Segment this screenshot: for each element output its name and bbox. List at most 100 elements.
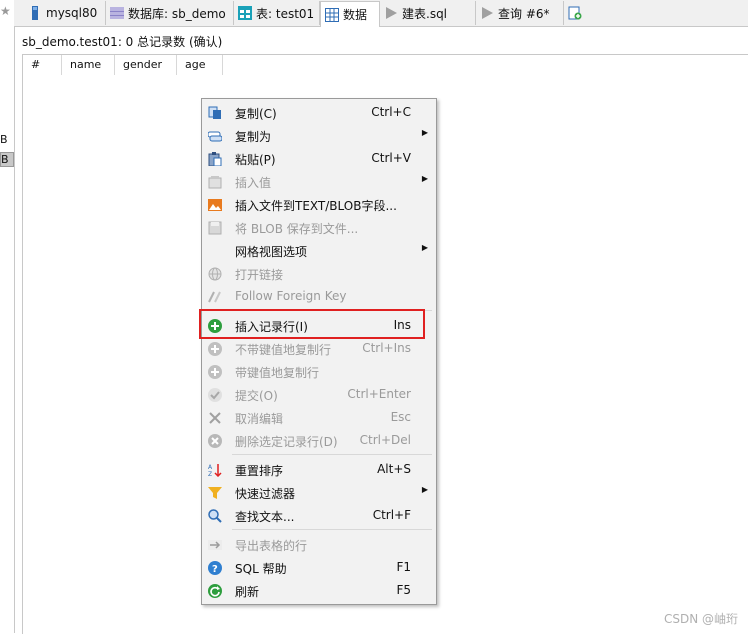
menu-item-shortcut: Alt+S [377,462,411,476]
tab-table[interactable]: 表: test01 [234,1,320,25]
star-icon: ★ [0,4,11,18]
menu-item-label: 插入文件到TEXT/BLOB字段... [235,199,397,213]
new-tab-icon [568,6,582,20]
menu-item-cancel-edit[interactable]: 取消编辑 Esc [202,407,436,429]
new-tab-button[interactable] [564,1,590,25]
svg-text:Z: Z [208,471,212,477]
tab-bar: mysql80 数据库: sb_demo 表: test01 数据 建表.sql… [14,0,748,27]
paste-icon [208,152,222,167]
copy-icon [208,106,222,120]
tab-label: 数据库: sb_demo [128,6,226,21]
highlight-box [199,309,425,339]
watermark: CSDN @岫珩 [663,612,738,626]
submenu-arrow-icon: ▶ [421,128,428,137]
mysql-connection-icon [28,6,42,20]
tab-label: mysql80 [46,6,98,20]
menu-item-label: 粘贴(P) [235,153,276,167]
menu-item-insert-value[interactable]: 插入值 ▶ [202,171,436,193]
tab-data[interactable]: 数据 [320,1,380,27]
menu-item-shortcut: Ctrl+V [371,151,411,165]
column-header[interactable]: gender [115,55,177,75]
menu-item-label: 快速过滤器 [235,487,296,501]
menu-item-find-text[interactable]: 查找文本... Ctrl+F [202,505,436,527]
save-blob-icon [208,221,222,235]
menu-item-label: 不带键值地复制行 [235,343,332,357]
menu-item-insert-file[interactable]: 插入文件到TEXT/BLOB字段... [202,194,436,216]
menu-item-grid-options[interactable]: 网格视图选项 ▶ [202,240,436,262]
menu-item-export-rows[interactable]: 导出表格的行 [202,534,436,556]
menu-item-shortcut: Esc [390,410,411,424]
x-circle-icon [208,434,222,448]
sort-icon: AZ [208,463,222,478]
menu-item-refresh[interactable]: 刷新 F5 [202,580,436,602]
tab-mysql80[interactable]: mysql80 [24,1,106,25]
menu-item-label: 提交(O) [235,389,278,403]
menu-separator [232,454,432,455]
menu-item-label: 网格视图选项 [235,245,308,259]
left-panel-edge: ★ B B [0,0,15,633]
column-header[interactable]: name [62,55,115,75]
export-icon [208,538,222,552]
submenu-arrow-icon: ▶ [421,485,428,494]
record-count-info: sb_demo.test01: 0 总记录数 (确认) [22,35,223,49]
column-header[interactable]: age [177,55,223,75]
data-grid-icon [325,7,339,22]
insert-value-icon [208,175,222,189]
menu-item-label: 取消编辑 [235,412,284,426]
tab-database[interactable]: 数据库: sb_demo [106,1,234,25]
menu-item-label: 打开链接 [235,268,284,282]
menu-item-paste[interactable]: 粘贴(P) Ctrl+V [202,148,436,170]
help-icon: ? [208,561,222,575]
menu-item-label: 查找文本... [235,510,295,524]
menu-item-copy[interactable]: 复制(C) Ctrl+C [202,102,436,124]
magnifier-icon [208,509,222,523]
menu-item-commit[interactable]: 提交(O) Ctrl+Enter [202,384,436,406]
foreign-key-icon [208,290,222,304]
menu-item-copy-row-without-key[interactable]: 不带键值地复制行 Ctrl+Ins [202,338,436,360]
submenu-arrow-icon: ▶ [421,243,428,252]
menu-item-copy-row-with-key[interactable]: 带键值地复制行 [202,361,436,383]
menu-item-label: 导出表格的行 [235,539,308,553]
menu-item-label: 将 BLOB 保存到文件... [235,222,359,236]
menu-item-shortcut: Ctrl+Del [359,433,411,447]
menu-item-label: 复制(C) [235,107,277,121]
submenu-arrow-icon: ▶ [421,174,428,183]
database-icon [110,6,124,20]
plus-circle-gray-icon [208,365,222,379]
menu-item-label: 带键值地复制行 [235,366,320,380]
left-panel-label: B [0,133,8,146]
left-panel-label-selected[interactable]: B [0,152,14,167]
menu-item-label: 重置排序 [235,464,284,478]
menu-item-reset-sort[interactable]: AZ 重置排序 Alt+S [202,459,436,481]
menu-item-sql-help[interactable]: ? SQL 帮助 F1 [202,557,436,579]
menu-item-shortcut: Ctrl+C [371,105,411,119]
menu-item-follow-foreign-key[interactable]: Follow Foreign Key [202,286,436,308]
tab-label: 查询 #6* [498,6,550,21]
menu-item-label: 删除选定记录行(D) [235,435,338,449]
x-icon [208,411,222,425]
context-menu: 复制(C) Ctrl+C 复制为 ▶ 粘贴(P) Ctrl+V 插入值 ▶ 插入… [201,98,437,605]
plus-circle-gray-icon [208,342,222,356]
menu-item-delete-rows[interactable]: 删除选定记录行(D) Ctrl+Del [202,430,436,452]
column-header[interactable]: # [23,55,62,75]
insert-file-icon [208,198,222,212]
menu-item-save-blob[interactable]: 将 BLOB 保存到文件... [202,217,436,239]
menu-item-open-link[interactable]: 打开链接 [202,263,436,285]
menu-separator [232,529,432,530]
menu-item-shortcut: Ctrl+Ins [362,341,411,355]
menu-item-shortcut: F5 [396,583,411,597]
globe-icon [208,267,222,281]
check-icon [208,388,222,402]
menu-item-shortcut: Ctrl+F [372,508,411,522]
tab-create-sql[interactable]: 建表.sql [380,1,476,25]
menu-item-label: 插入值 [235,176,272,190]
tab-query[interactable]: 查询 #6* [476,1,564,25]
svg-text:A: A [208,464,213,471]
tab-label: 数据 [343,8,368,22]
menu-item-label: 刷新 [235,585,260,599]
funnel-icon [208,486,222,500]
tab-label: 表: test01 [256,6,315,21]
menu-item-copy-as[interactable]: 复制为 ▶ [202,125,436,147]
tab-label: 建表.sql [402,6,448,21]
menu-item-quick-filter[interactable]: 快速过滤器 ▶ [202,482,436,504]
